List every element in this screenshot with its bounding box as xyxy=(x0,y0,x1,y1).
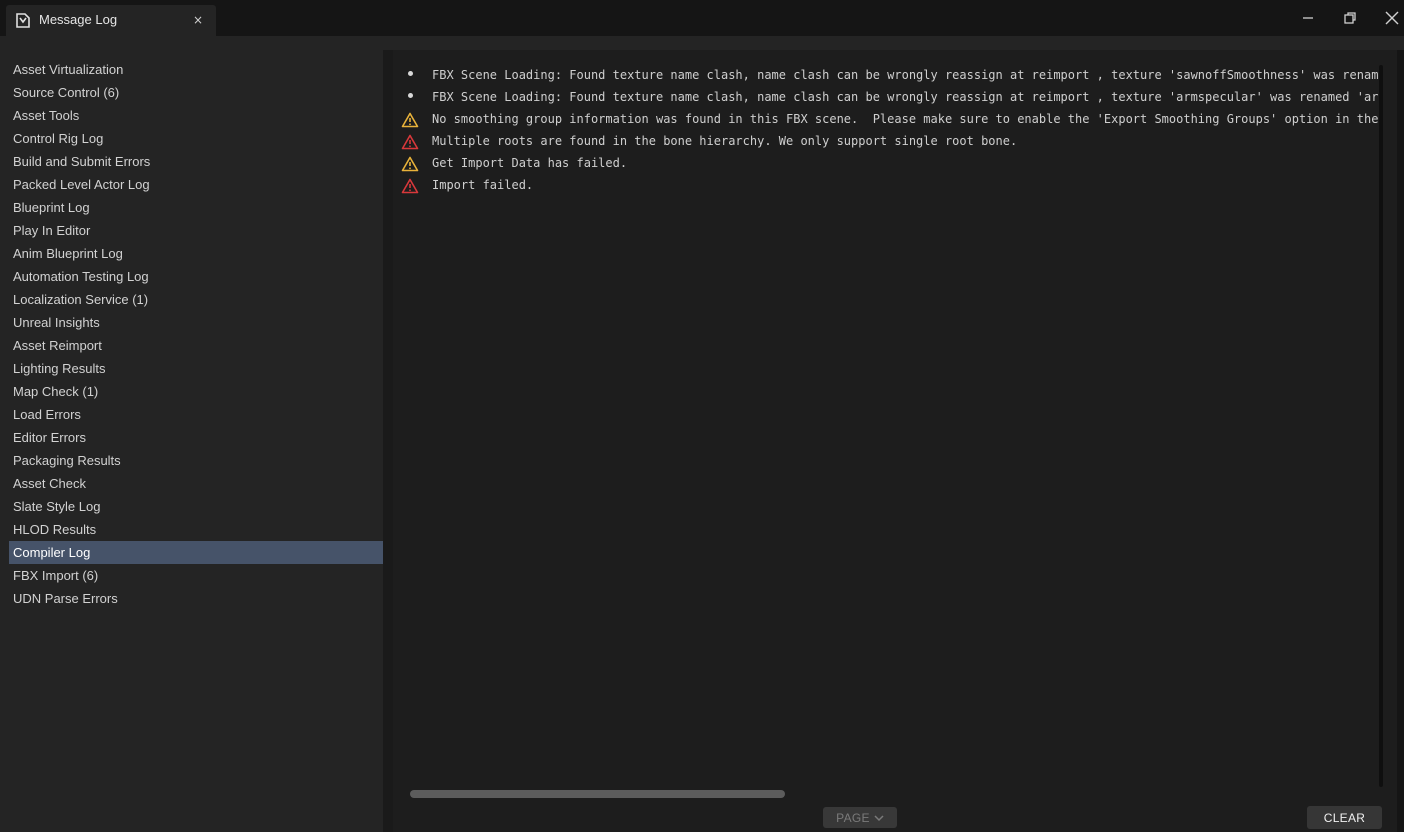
info-bullet-icon xyxy=(408,93,413,98)
unreal-log-icon xyxy=(16,13,30,28)
sidebar-item[interactable]: Asset Virtualization xyxy=(9,58,383,81)
title-bar: Message Log × xyxy=(0,0,1404,36)
tab-content-top xyxy=(0,36,1404,50)
sidebar-item[interactable]: Packed Level Actor Log xyxy=(9,173,383,196)
page-dropdown[interactable]: PAGE xyxy=(823,807,897,828)
info-bullet-icon xyxy=(408,71,413,76)
tab-title: Message Log xyxy=(39,12,118,27)
sidebar-item[interactable]: Load Errors xyxy=(9,403,383,426)
log-panel: FBX Scene Loading: Found texture name cl… xyxy=(393,50,1397,832)
sidebar-item[interactable]: Automation Testing Log xyxy=(9,265,383,288)
sidebar-item[interactable]: Slate Style Log xyxy=(9,495,383,518)
warning-icon xyxy=(401,156,419,172)
sidebar-item[interactable]: Build and Submit Errors xyxy=(9,150,383,173)
log-row[interactable]: FBX Scene Loading: Found texture name cl… xyxy=(401,87,1379,109)
sidebar-item[interactable]: Blueprint Log xyxy=(9,196,383,219)
sidebar-item[interactable]: Anim Blueprint Log xyxy=(9,242,383,265)
sidebar-item[interactable]: Source Control (6) xyxy=(9,81,383,104)
log-row[interactable]: Multiple roots are found in the bone hie… xyxy=(401,131,1379,153)
sidebar-item[interactable]: HLOD Results xyxy=(9,518,383,541)
log-message-text: FBX Scene Loading: Found texture name cl… xyxy=(432,90,1379,104)
log-messages: FBX Scene Loading: Found texture name cl… xyxy=(401,65,1379,785)
sidebar-item[interactable]: Asset Check xyxy=(9,472,383,495)
sidebar-list: Asset Virtualization Source Control (6) As… xyxy=(9,58,383,610)
sidebar-item[interactable]: Map Check (1) xyxy=(9,380,383,403)
sidebar-item[interactable]: Unreal Insights xyxy=(9,311,383,334)
page-label: PAGE xyxy=(836,810,870,825)
message-log-tab[interactable]: Message Log × xyxy=(6,5,216,36)
sidebar-item[interactable]: Packaging Results xyxy=(9,449,383,472)
chevron-down-icon xyxy=(874,814,884,821)
clear-button[interactable]: CLEAR xyxy=(1307,806,1382,829)
sidebar-item[interactable]: Compiler Log xyxy=(9,541,383,564)
horizontal-scrollbar-thumb[interactable] xyxy=(410,790,785,798)
log-message-text: Get Import Data has failed. xyxy=(432,156,628,170)
error-icon xyxy=(401,178,419,194)
tab-close-icon[interactable]: × xyxy=(190,12,206,28)
log-row[interactable]: Get Import Data has failed. xyxy=(401,153,1379,175)
log-message-text: Multiple roots are found in the bone hie… xyxy=(432,134,1018,148)
vertical-scrollbar[interactable] xyxy=(1379,65,1383,787)
panel-splitter[interactable] xyxy=(383,50,393,832)
log-row[interactable]: FBX Scene Loading: Found texture name cl… xyxy=(401,65,1379,87)
log-message-text: Import failed. xyxy=(432,178,534,192)
sidebar-item[interactable]: Editor Errors xyxy=(9,426,383,449)
warning-icon xyxy=(401,112,419,128)
log-row[interactable]: No smoothing group information was found… xyxy=(401,109,1379,131)
sidebar-item[interactable]: FBX Import (6) xyxy=(9,564,383,587)
sidebar-item[interactable]: Localization Service (1) xyxy=(9,288,383,311)
sidebar-item[interactable]: UDN Parse Errors xyxy=(9,587,383,610)
log-message-text: FBX Scene Loading: Found texture name cl… xyxy=(432,68,1379,82)
error-icon xyxy=(401,134,419,150)
log-message-text: No smoothing group information was found… xyxy=(432,112,1379,126)
sidebar-item[interactable]: Asset Reimport xyxy=(9,334,383,357)
sidebar-item[interactable]: Play In Editor xyxy=(9,219,383,242)
log-category-list: Asset Virtualization Source Control (6) As… xyxy=(0,50,383,832)
restore-icon[interactable] xyxy=(1340,8,1360,28)
sidebar-item[interactable]: Control Rig Log xyxy=(9,127,383,150)
log-row[interactable]: Import failed. xyxy=(401,175,1379,197)
minimize-icon[interactable] xyxy=(1298,8,1318,28)
sidebar-item[interactable]: Lighting Results xyxy=(9,357,383,380)
close-icon[interactable] xyxy=(1382,8,1402,28)
sidebar-item[interactable]: Asset Tools xyxy=(9,104,383,127)
